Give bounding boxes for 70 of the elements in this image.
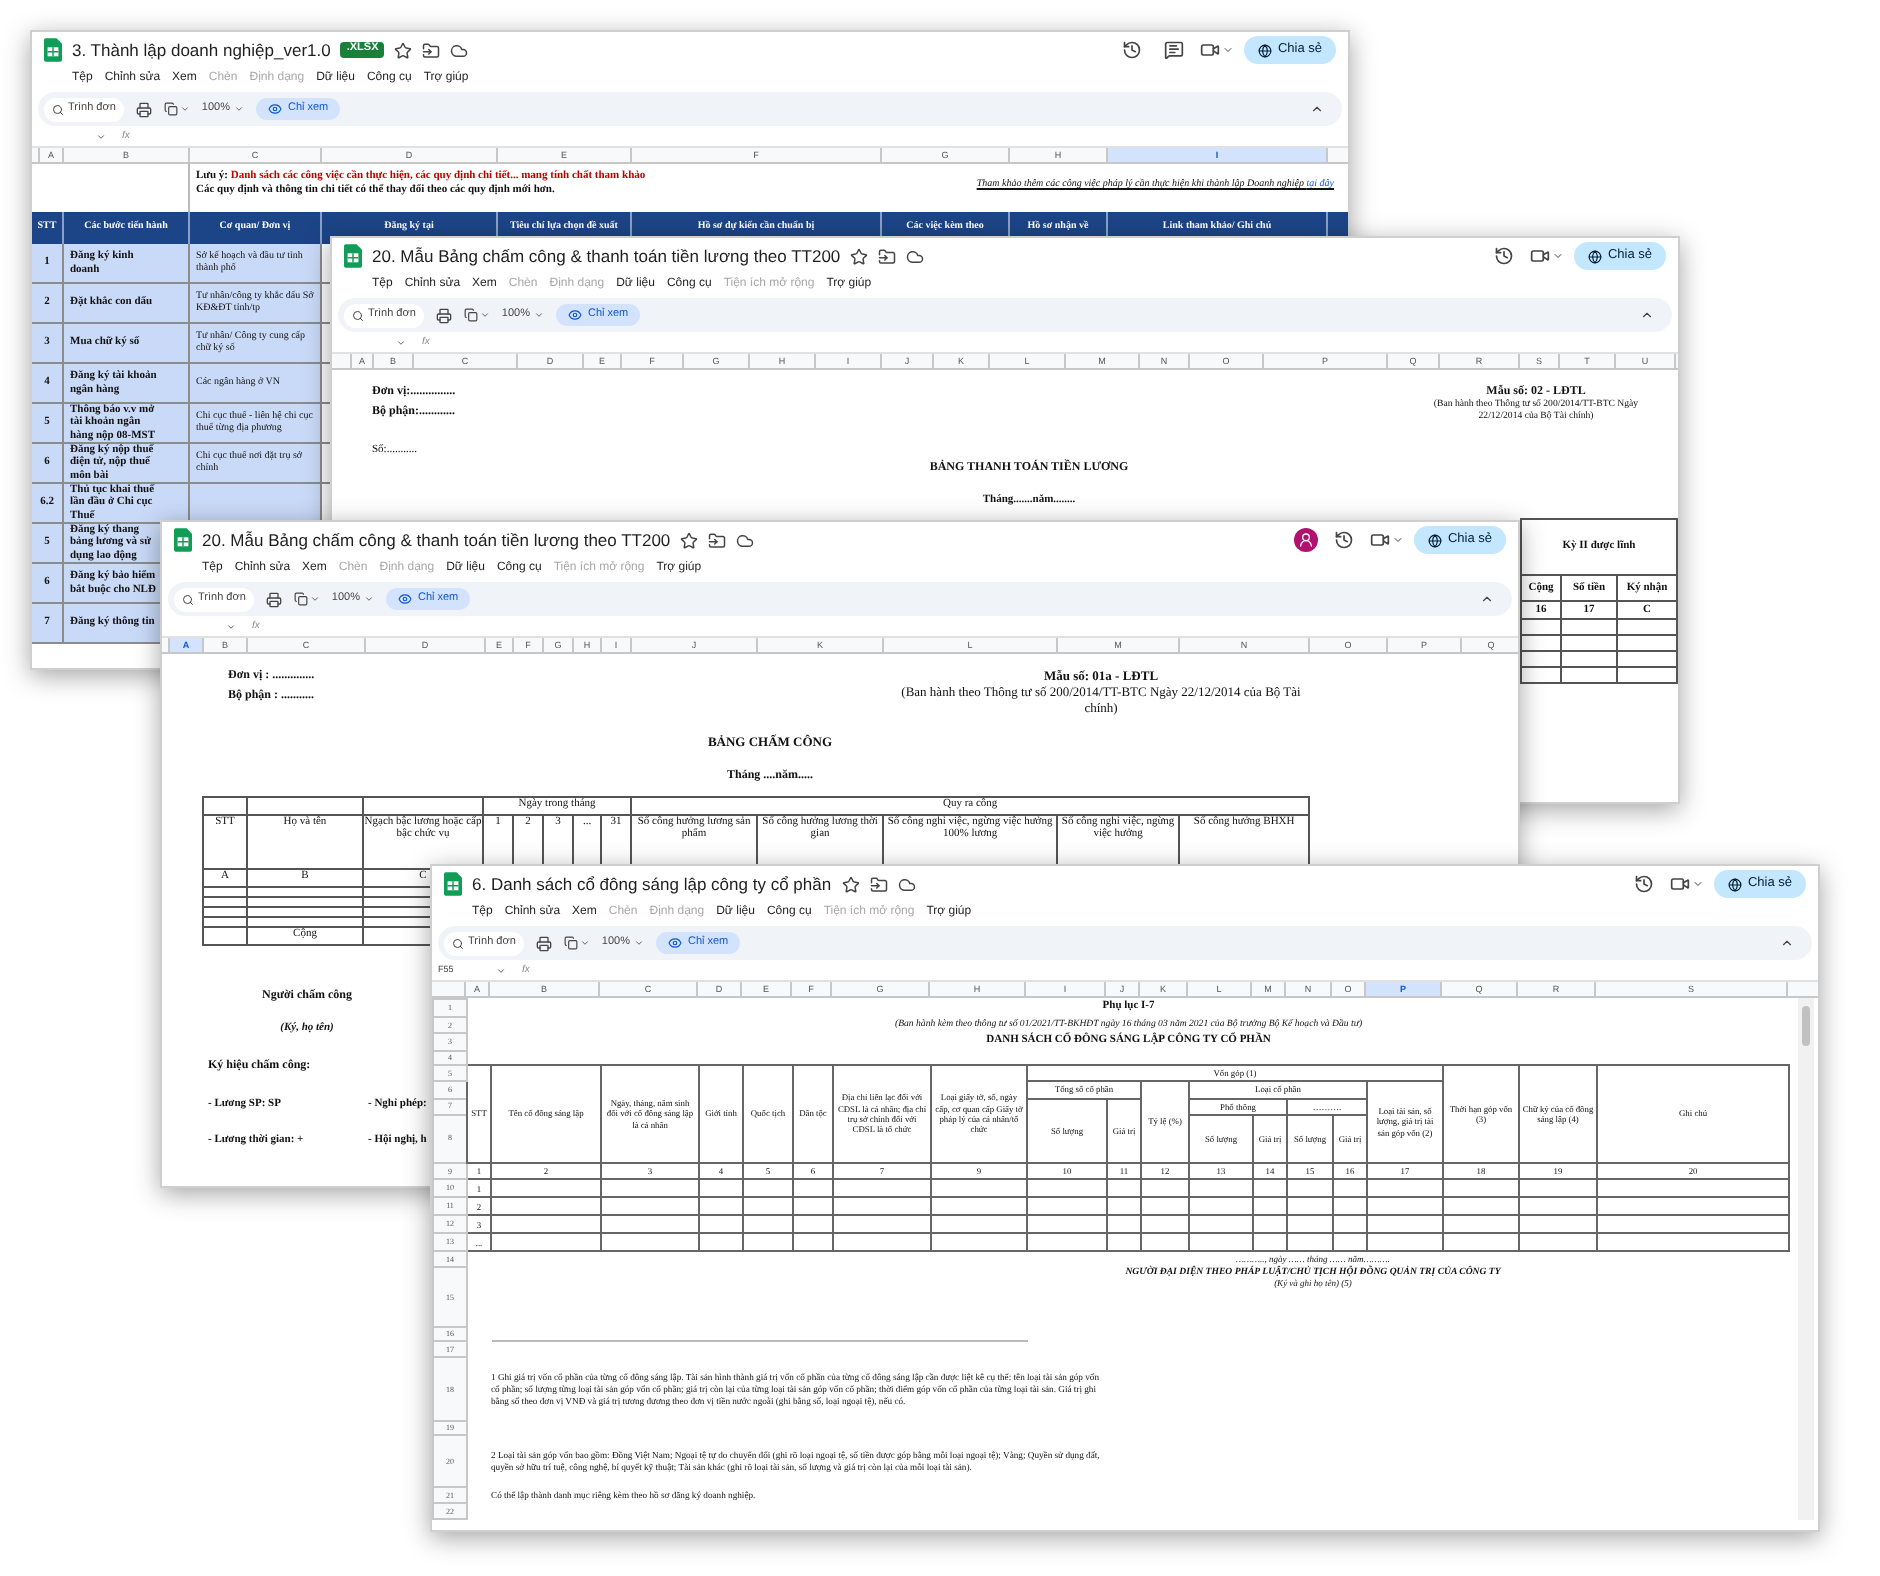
globe-icon xyxy=(1427,533,1442,547)
star-icon[interactable] xyxy=(680,531,699,549)
caret-icon[interactable] xyxy=(309,594,320,604)
caret-icon xyxy=(633,938,644,948)
copy-icon[interactable] xyxy=(293,592,308,606)
caret-icon xyxy=(363,594,374,604)
eye-icon xyxy=(267,102,282,116)
search-icon xyxy=(352,309,364,321)
collapse-icon[interactable] xyxy=(1480,592,1494,606)
history-icon[interactable] xyxy=(1633,874,1654,894)
star-icon[interactable] xyxy=(841,875,860,893)
eye-icon xyxy=(567,308,582,322)
copy-icon[interactable] xyxy=(563,936,578,950)
caret-icon[interactable] xyxy=(579,938,590,948)
caret-icon xyxy=(396,337,406,347)
move-folder-icon[interactable] xyxy=(422,41,441,59)
search-icon xyxy=(52,103,64,115)
search-icon xyxy=(452,937,464,949)
cloud-icon[interactable] xyxy=(736,531,755,549)
cloud-icon[interactable] xyxy=(450,41,469,59)
document-title: 20. Mẫu Bảng chấm công & thanh toán tiền lương theo TT200 xyxy=(372,247,841,265)
eye-icon xyxy=(397,592,412,606)
cloud-icon[interactable] xyxy=(897,875,916,893)
collapse-icon[interactable] xyxy=(1780,936,1794,950)
eye-icon xyxy=(667,936,682,950)
caret-icon[interactable] xyxy=(1691,878,1704,890)
caret-icon xyxy=(496,965,506,975)
history-icon[interactable] xyxy=(1333,530,1354,550)
print-icon[interactable] xyxy=(265,591,282,607)
caret-icon[interactable] xyxy=(479,310,490,320)
collapse-icon[interactable] xyxy=(1640,308,1654,322)
globe-icon xyxy=(1257,43,1272,57)
sheets-logo-icon xyxy=(174,528,192,552)
comment-icon[interactable] xyxy=(1163,40,1184,60)
caret-icon[interactable] xyxy=(179,104,190,114)
caret-icon xyxy=(96,131,106,141)
caret-icon xyxy=(233,104,244,114)
caret-icon[interactable] xyxy=(1221,44,1234,56)
caret-icon xyxy=(226,621,236,631)
caret-icon xyxy=(533,310,544,320)
history-icon[interactable] xyxy=(1493,246,1514,266)
collapse-icon[interactable] xyxy=(1310,102,1324,116)
video-call-icon[interactable] xyxy=(1369,530,1390,550)
video-call-icon[interactable] xyxy=(1669,874,1690,894)
globe-icon xyxy=(1727,877,1742,891)
video-call-icon[interactable] xyxy=(1199,40,1220,60)
print-icon[interactable] xyxy=(435,307,452,323)
avatar[interactable] xyxy=(1293,528,1318,552)
print-icon[interactable] xyxy=(135,101,152,117)
globe-icon xyxy=(1587,249,1602,263)
copy-icon[interactable] xyxy=(163,102,178,116)
sheets-logo-icon xyxy=(444,872,462,896)
caret-icon[interactable] xyxy=(1551,250,1564,262)
star-icon[interactable] xyxy=(394,41,413,59)
history-icon[interactable] xyxy=(1121,40,1142,60)
document-title: 3. Thành lập doanh nghiệp_ver1.0 xyxy=(72,41,331,59)
move-folder-icon[interactable] xyxy=(869,875,888,893)
cloud-icon[interactable] xyxy=(906,247,925,265)
sheets-logo-icon xyxy=(344,244,362,268)
copy-icon[interactable] xyxy=(463,308,478,322)
move-folder-icon[interactable] xyxy=(708,531,727,549)
document-title: 20. Mẫu Bảng chấm công & thanh toán tiền lương theo TT200 xyxy=(202,531,671,549)
move-folder-icon[interactable] xyxy=(878,247,897,265)
search-icon xyxy=(182,593,194,605)
star-icon[interactable] xyxy=(850,247,869,265)
print-icon[interactable] xyxy=(535,935,552,951)
caret-icon[interactable] xyxy=(1391,534,1404,546)
video-call-icon[interactable] xyxy=(1529,246,1550,266)
scrollbar[interactable] xyxy=(1798,998,1815,1521)
sheets-logo-icon xyxy=(44,38,62,62)
